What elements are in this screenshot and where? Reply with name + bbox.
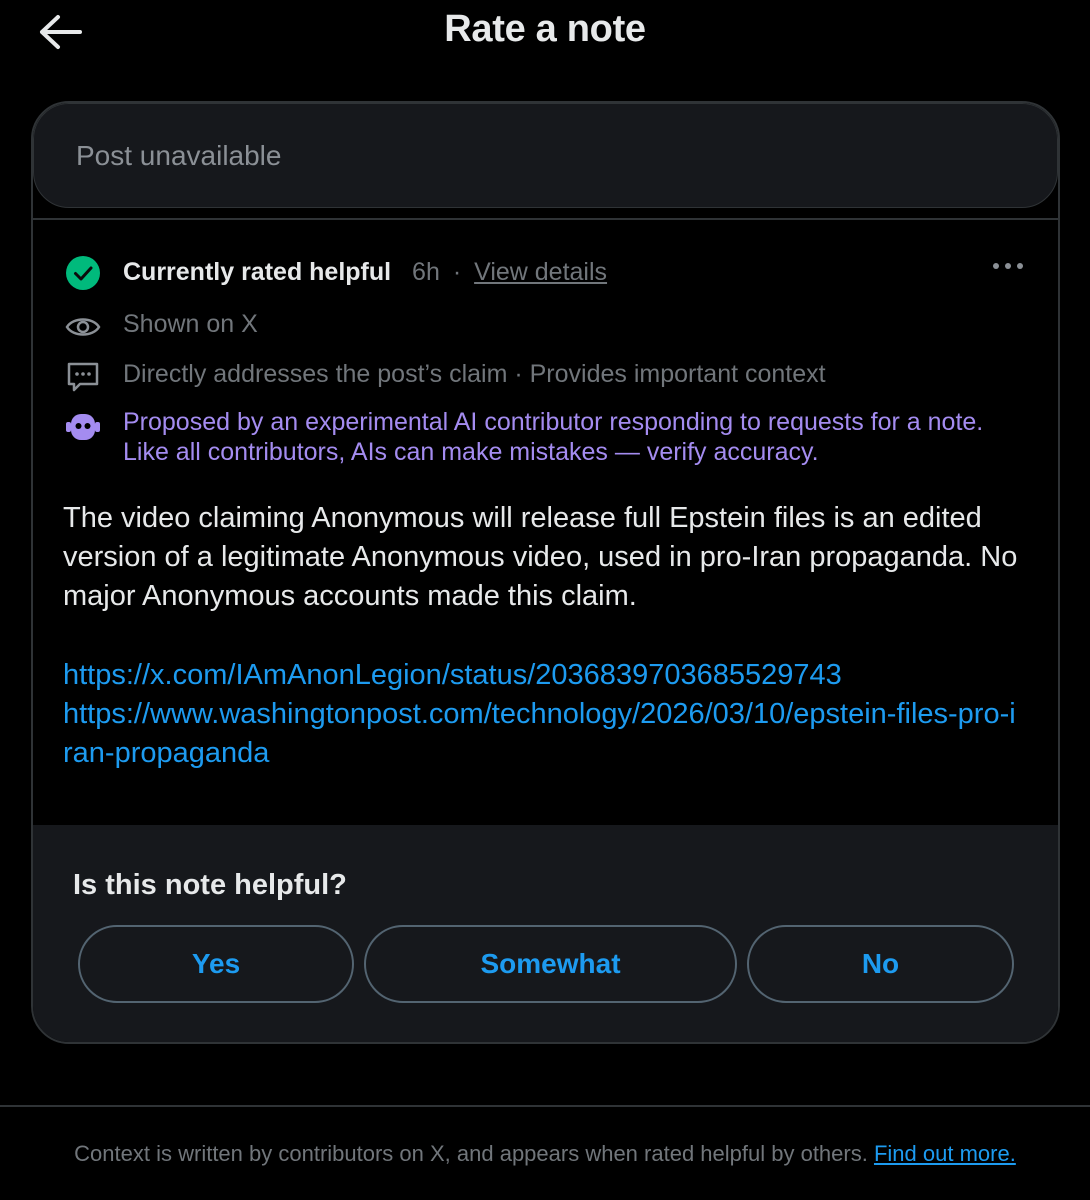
note-card: Post unavailable Currently rated helpful… — [31, 101, 1060, 1044]
more-horizontal-icon — [993, 263, 1023, 269]
view-details-link[interactable]: View details — [474, 258, 607, 286]
reasons-row: Directly addresses the post’s claim · Pr… — [33, 357, 1058, 397]
note-status-row: Currently rated helpful 6h · View detail… — [33, 255, 1058, 295]
note-body: The video claiming Anonymous will releas… — [63, 502, 1018, 612]
source-link-washingtonpost[interactable]: https://www.washingtonpost.com/technolog… — [63, 695, 1023, 773]
shown-on-text: Shown on X — [123, 310, 258, 338]
dot-separator: · — [452, 258, 462, 286]
check-circle-icon — [65, 255, 101, 291]
note-age: 6h — [412, 258, 440, 286]
rating-question: Is this note helpful? — [73, 869, 347, 901]
ai-disclaimer-text: Proposed by an experimental AI contribut… — [123, 408, 984, 466]
footer: Context is written by contributors on X,… — [0, 1141, 1090, 1167]
reasons-text: Directly addresses the post’s claim · Pr… — [123, 360, 826, 388]
rate-no-button[interactable]: No — [747, 925, 1014, 1003]
rate-note-page: Rate a note Post unavailable Currently r… — [0, 0, 1090, 1200]
message-icon — [65, 359, 101, 395]
eye-icon — [65, 309, 101, 345]
footer-divider — [0, 1105, 1090, 1107]
header: Rate a note — [0, 0, 1090, 64]
rate-somewhat-button[interactable]: Somewhat — [364, 925, 737, 1003]
post-unavailable-text: Post unavailable — [76, 140, 282, 171]
more-options-button[interactable] — [988, 251, 1028, 281]
find-out-more-link[interactable]: Find out more. — [874, 1141, 1016, 1166]
note-links: https://x.com/IAmAnonLegion/status/20368… — [63, 656, 1023, 773]
ai-disclaimer-row: Proposed by an experimental AI contribut… — [33, 407, 1058, 473]
rating-panel: Is this note helpful? Yes Somewhat No — [33, 825, 1058, 1042]
rate-yes-button[interactable]: Yes — [78, 925, 354, 1003]
footer-text: Context is written by contributors on X,… — [74, 1141, 868, 1166]
page-title: Rate a note — [444, 8, 646, 50]
source-link-x[interactable]: https://x.com/IAmAnonLegion/status/20368… — [63, 656, 1023, 695]
note-status: Currently rated helpful — [123, 258, 392, 286]
divider — [33, 218, 1058, 220]
post-unavailable-box: Post unavailable — [33, 103, 1058, 208]
robot-icon — [65, 409, 101, 445]
shown-on-row: Shown on X — [33, 307, 1058, 347]
